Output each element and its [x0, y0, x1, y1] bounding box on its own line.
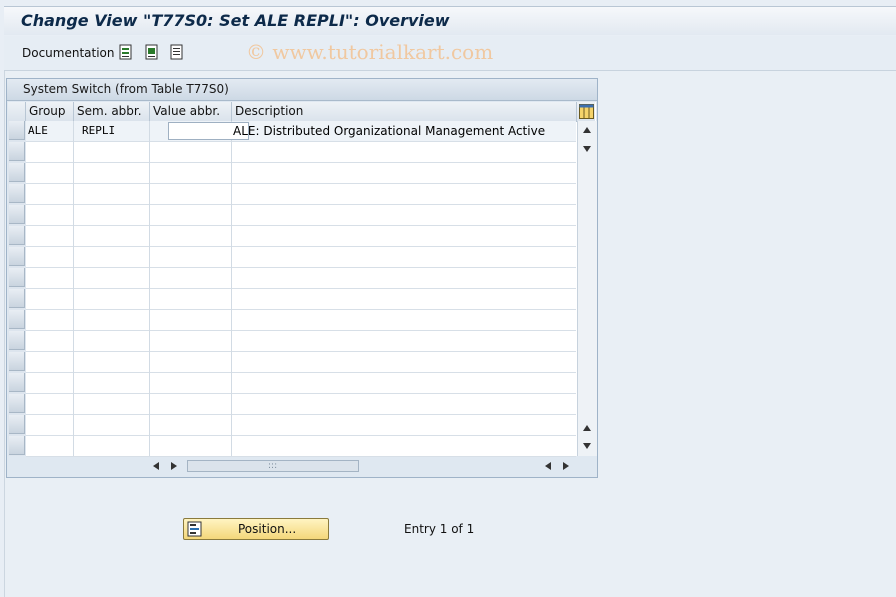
row-selector[interactable]: [9, 331, 25, 350]
table-row[interactable]: [26, 331, 576, 352]
table-row[interactable]: [26, 247, 576, 268]
table-panel: System Switch (from Table T77S0) Group S…: [6, 78, 598, 478]
cell-sem-abbr: REPLI: [82, 124, 116, 137]
row-selector[interactable]: [9, 289, 25, 308]
row-selector[interactable]: [9, 142, 25, 161]
table-row[interactable]: [26, 373, 576, 394]
scroll-page-up-icon[interactable]: [583, 425, 591, 431]
column-divider: [73, 121, 74, 456]
deselect-all-icon[interactable]: [169, 44, 185, 60]
table-row[interactable]: ALE REPLI ALE: Distributed Organizationa…: [26, 121, 576, 142]
cell-group: ALE: [28, 124, 48, 137]
select-all-rows-corner[interactable]: [8, 102, 26, 122]
table-row[interactable]: [26, 352, 576, 373]
column-divider: [149, 121, 150, 456]
column-divider: [231, 121, 232, 456]
documentation-button[interactable]: Documentation: [22, 46, 115, 60]
cell-description: ALE: Distributed Organizational Manageme…: [233, 124, 546, 138]
entry-count: Entry 1 of 1: [404, 522, 475, 536]
panel-header: System Switch (from Table T77S0): [7, 79, 597, 101]
table-row[interactable]: [26, 163, 576, 184]
table-row[interactable]: [26, 205, 576, 226]
table-row[interactable]: [26, 268, 576, 289]
table-row[interactable]: [26, 310, 576, 331]
table-row[interactable]: [26, 436, 576, 457]
row-selector[interactable]: [9, 121, 25, 140]
row-selector[interactable]: [9, 184, 25, 203]
scroll-right-icon[interactable]: [171, 462, 177, 470]
table-settings-button[interactable]: [577, 102, 595, 122]
row-selector[interactable]: [9, 394, 25, 413]
table-control: Group Sem. abbr. Value abbr. Description…: [8, 102, 597, 457]
vertical-scrollbar[interactable]: [577, 121, 597, 456]
window-title: Change View "T77S0: Set ALE REPLI": Over…: [21, 11, 450, 30]
column-header-group[interactable]: Group: [26, 102, 74, 122]
scroll-left-icon[interactable]: [153, 462, 159, 470]
position-icon: [187, 521, 202, 537]
scroll-left-end-icon[interactable]: [545, 462, 551, 470]
scroll-thumb[interactable]: :::: [187, 460, 359, 472]
scroll-right-end-icon[interactable]: [563, 462, 569, 470]
column-header-description[interactable]: Description: [232, 102, 577, 122]
row-selector[interactable]: [9, 226, 25, 245]
column-header-sem-abbr[interactable]: Sem. abbr.: [74, 102, 150, 122]
scroll-page-down-icon[interactable]: [583, 443, 591, 449]
position-button[interactable]: Position...: [183, 518, 329, 540]
table-row[interactable]: [26, 226, 576, 247]
table-row[interactable]: [26, 394, 576, 415]
row-selector[interactable]: [9, 268, 25, 287]
column-header-value-abbr[interactable]: Value abbr.: [150, 102, 232, 122]
scroll-up-icon[interactable]: [583, 127, 591, 133]
horizontal-scrollbar[interactable]: :::: [149, 458, 579, 474]
row-selector[interactable]: [9, 205, 25, 224]
table-row[interactable]: [26, 289, 576, 310]
table-settings-icon: [579, 104, 594, 119]
title-bar: Change View "T77S0: Set ALE REPLI": Over…: [4, 6, 896, 35]
row-selector[interactable]: [9, 352, 25, 371]
row-selector[interactable]: [9, 247, 25, 266]
row-selector[interactable]: [9, 415, 25, 434]
row-selector[interactable]: [9, 310, 25, 329]
select-block-icon[interactable]: [144, 44, 160, 60]
row-selector-column: [8, 121, 26, 456]
watermark: © www.tutorialkart.com: [246, 40, 494, 64]
position-button-label: Position...: [238, 522, 297, 536]
row-selector[interactable]: [9, 163, 25, 182]
row-selector[interactable]: [9, 436, 25, 455]
select-all-icon[interactable]: [118, 44, 134, 60]
table-row[interactable]: [26, 142, 576, 163]
row-selector[interactable]: [9, 373, 25, 392]
table-row[interactable]: [26, 184, 576, 205]
scroll-down-icon[interactable]: [583, 146, 591, 152]
table-row[interactable]: [26, 415, 576, 436]
panel-title: System Switch (from Table T77S0): [23, 82, 229, 96]
